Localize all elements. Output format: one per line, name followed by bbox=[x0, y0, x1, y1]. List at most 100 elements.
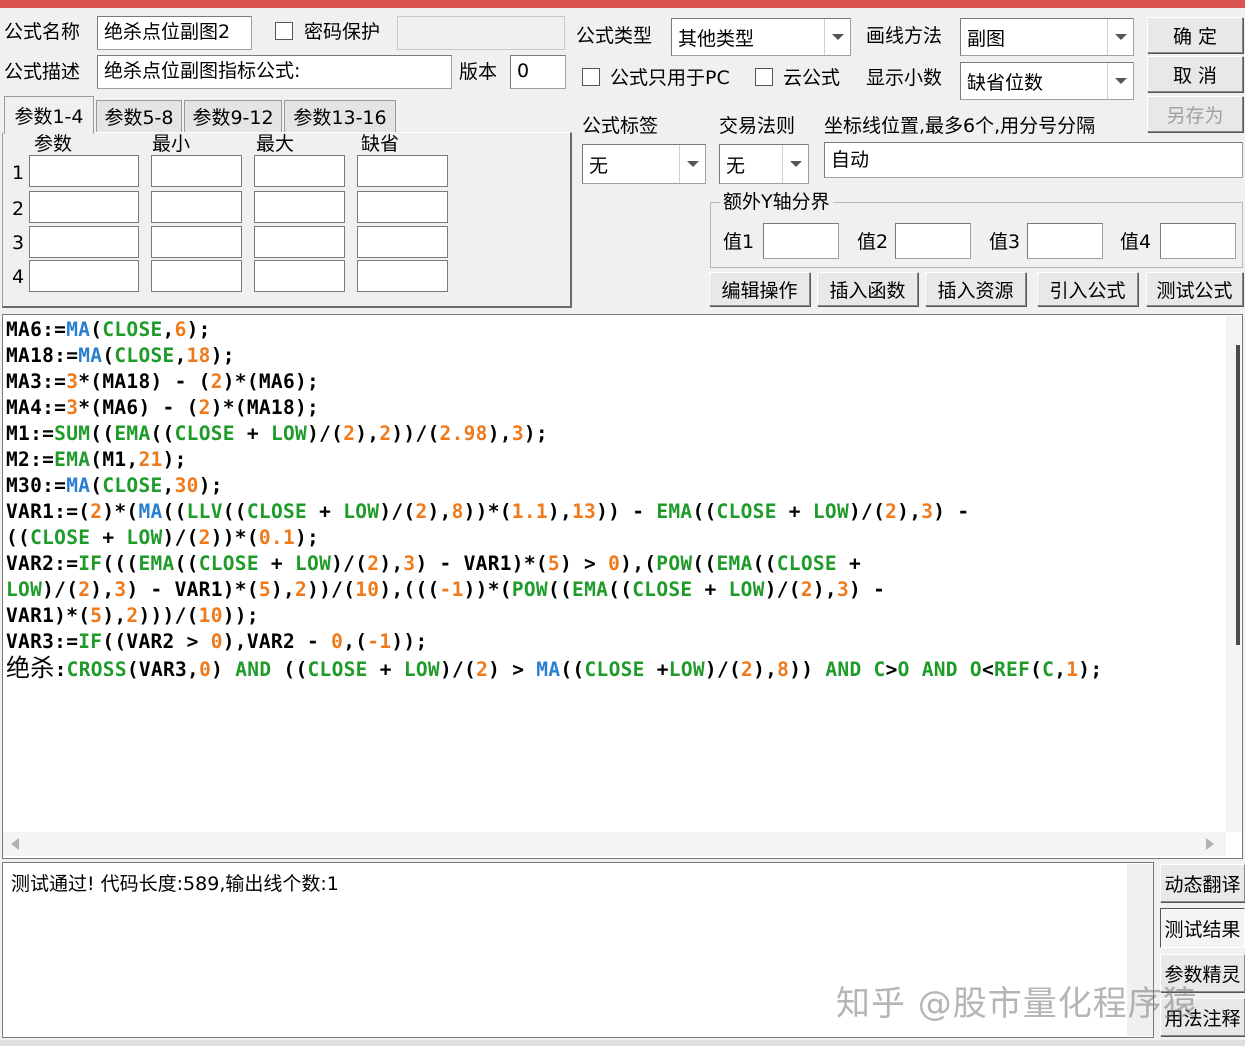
code-line[interactable]: MA6:=MA(CLOSE,6); bbox=[6, 317, 1102, 343]
formula-tag-select[interactable]: 无 bbox=[582, 144, 706, 184]
code-line[interactable]: MA18:=MA(CLOSE,18); bbox=[6, 343, 1102, 369]
editor-horizontal-scrollbar[interactable] bbox=[3, 832, 1226, 856]
code-line[interactable]: M2:=EMA(M1,21); bbox=[6, 447, 1102, 473]
code-token: AND bbox=[235, 658, 272, 681]
code-token: -1 bbox=[367, 630, 392, 653]
code-token: ); bbox=[295, 526, 320, 549]
code-token: ) - bbox=[849, 578, 886, 601]
watermark-text: 知乎 @股市量化程序猿 bbox=[836, 984, 1198, 1024]
code-line[interactable]: M30:=MA(CLOSE,30); bbox=[6, 473, 1102, 499]
code-token: 13 bbox=[572, 500, 597, 523]
password-input[interactable] bbox=[397, 16, 565, 50]
pc-only-checkbox[interactable] bbox=[582, 68, 600, 86]
param-2-default-input[interactable] bbox=[357, 191, 448, 223]
tab-params-1-4[interactable]: 参数1-4 bbox=[4, 96, 94, 134]
code-line[interactable]: VAR3:=IF((VAR2 > 0),VAR2 - 0,(-1)); bbox=[6, 629, 1102, 655]
tab-params-9-12[interactable]: 参数9-12 bbox=[184, 100, 282, 132]
version-input[interactable]: 0 bbox=[510, 55, 566, 89]
param-4-max-input[interactable] bbox=[254, 260, 345, 292]
code-token: 0 bbox=[210, 630, 223, 653]
param-3-max-input[interactable] bbox=[254, 226, 345, 258]
code-token: + bbox=[90, 526, 127, 549]
insert-function-button[interactable]: 插入函数 bbox=[817, 272, 918, 306]
code-line[interactable]: ((CLOSE + LOW)/(2))*(0.1); bbox=[6, 525, 1102, 551]
trade-rule-select[interactable]: 无 bbox=[719, 144, 809, 184]
password-checkbox[interactable] bbox=[275, 22, 293, 40]
code-token: CLOSE bbox=[174, 422, 235, 445]
param-1-max-input[interactable] bbox=[254, 155, 345, 187]
code-line[interactable]: LOW)/(2),3) - VAR1)*(5),2))/(10),(((-1))… bbox=[6, 577, 1102, 603]
code-token: 2 bbox=[343, 422, 356, 445]
code-token: LOW bbox=[343, 500, 380, 523]
scroll-right-icon[interactable] bbox=[1206, 838, 1214, 850]
code-line[interactable]: VAR1:=(2)*(MA((LLV((CLOSE + LOW)/(2),8))… bbox=[6, 499, 1102, 525]
code-token: 6 bbox=[174, 318, 187, 341]
param-4-min-input[interactable] bbox=[151, 260, 242, 292]
yaxis-value2-input[interactable] bbox=[895, 223, 971, 259]
param-4-name-input[interactable] bbox=[29, 260, 139, 292]
chevron-down-icon[interactable] bbox=[782, 145, 808, 183]
yaxis-value1-input[interactable] bbox=[763, 223, 839, 259]
draw-method-select[interactable]: 副图 bbox=[960, 18, 1134, 56]
param-1-name-input[interactable] bbox=[29, 155, 139, 187]
chevron-down-icon[interactable] bbox=[1107, 19, 1133, 55]
code-token: (( bbox=[560, 658, 585, 681]
yaxis-value3-input[interactable] bbox=[1027, 223, 1103, 259]
param-1-min-input[interactable] bbox=[151, 155, 242, 187]
dynamic-translate-button[interactable]: 动态翻译 bbox=[1160, 864, 1245, 902]
test-results-button[interactable]: 测试结果 bbox=[1160, 908, 1245, 948]
decimals-select[interactable]: 缺省位数 bbox=[960, 62, 1134, 100]
code-token: < bbox=[981, 658, 994, 681]
code-token: )))/( bbox=[138, 604, 199, 627]
param-1-default-input[interactable] bbox=[357, 155, 448, 187]
save-as-button[interactable]: 另存为 bbox=[1147, 96, 1243, 132]
code-token: )/( bbox=[307, 422, 344, 445]
code-token: )/( bbox=[764, 578, 801, 601]
code-editor[interactable]: MA6:=MA(CLOSE,6); MA18:=MA(CLOSE,18); MA3:… bbox=[2, 314, 1243, 859]
code-line[interactable]: MA4:=3*(MA6) - (2)*(MA18); bbox=[6, 395, 1102, 421]
code-line[interactable]: VAR1)*(5),2)))/(10)); bbox=[6, 603, 1102, 629]
insert-resource-button[interactable]: 插入资源 bbox=[925, 272, 1026, 306]
editor-vertical-scroll-thumb[interactable] bbox=[1236, 345, 1240, 645]
code-token: ), bbox=[547, 500, 573, 523]
code-token: CLOSE bbox=[632, 578, 693, 601]
code-line[interactable]: VAR2:=IF(((EMA((CLOSE + LOW)/(2),3) - VA… bbox=[6, 551, 1102, 577]
formula-name-input[interactable]: 绝杀点位副图2 bbox=[97, 16, 252, 50]
code-text[interactable]: MA6:=MA(CLOSE,6); MA18:=MA(CLOSE,18); MA3:… bbox=[6, 317, 1102, 683]
code-line[interactable]: 绝杀:CROSS(VAR3,0) AND ((CLOSE + LOW)/(2) … bbox=[6, 655, 1102, 683]
code-token: MA bbox=[66, 318, 91, 341]
code-line[interactable]: M1:=SUM((EMA((CLOSE + LOW)/(2),2))/(2.98… bbox=[6, 421, 1102, 447]
tab-params-13-16[interactable]: 参数13-16 bbox=[284, 100, 396, 132]
test-formula-button[interactable]: 测试公式 bbox=[1146, 272, 1243, 306]
code-token: CLOSE bbox=[307, 658, 368, 681]
formula-type-select[interactable]: 其他类型 bbox=[671, 18, 851, 56]
tab-params-5-8[interactable]: 参数5-8 bbox=[96, 100, 182, 132]
code-token: (( bbox=[547, 578, 573, 601]
code-token: CLOSE bbox=[584, 658, 645, 681]
ok-button[interactable]: 确 定 bbox=[1147, 17, 1243, 53]
param-4-default-input[interactable] bbox=[357, 260, 448, 292]
code-token: ); bbox=[1078, 658, 1103, 681]
edit-ops-button[interactable]: 编辑操作 bbox=[709, 272, 810, 306]
axis-position-input[interactable]: 自动 bbox=[824, 142, 1243, 178]
formula-desc-input[interactable]: 绝杀点位副图指标公式: bbox=[97, 55, 452, 89]
scroll-left-icon[interactable] bbox=[11, 838, 19, 850]
yaxis-value4-input[interactable] bbox=[1160, 223, 1236, 259]
param-2-max-input[interactable] bbox=[254, 191, 345, 223]
chevron-down-icon[interactable] bbox=[679, 145, 705, 183]
code-token: (( bbox=[162, 500, 187, 523]
yaxis-value3-label: 值3 bbox=[989, 231, 1021, 253]
param-2-min-input[interactable] bbox=[151, 191, 242, 223]
code-token: LOW bbox=[6, 578, 43, 601]
param-3-default-input[interactable] bbox=[357, 226, 448, 258]
param-2-name-input[interactable] bbox=[29, 191, 139, 223]
cancel-button[interactable]: 取 消 bbox=[1147, 56, 1243, 92]
cloud-checkbox[interactable] bbox=[755, 68, 773, 86]
code-token: ),( bbox=[620, 552, 657, 575]
param-3-min-input[interactable] bbox=[151, 226, 242, 258]
import-formula-button[interactable]: 引入公式 bbox=[1037, 272, 1138, 306]
chevron-down-icon[interactable] bbox=[824, 19, 850, 55]
chevron-down-icon[interactable] bbox=[1107, 63, 1133, 99]
code-line[interactable]: MA3:=3*(MA18) - (2)*(MA6); bbox=[6, 369, 1102, 395]
param-3-name-input[interactable] bbox=[29, 226, 139, 258]
